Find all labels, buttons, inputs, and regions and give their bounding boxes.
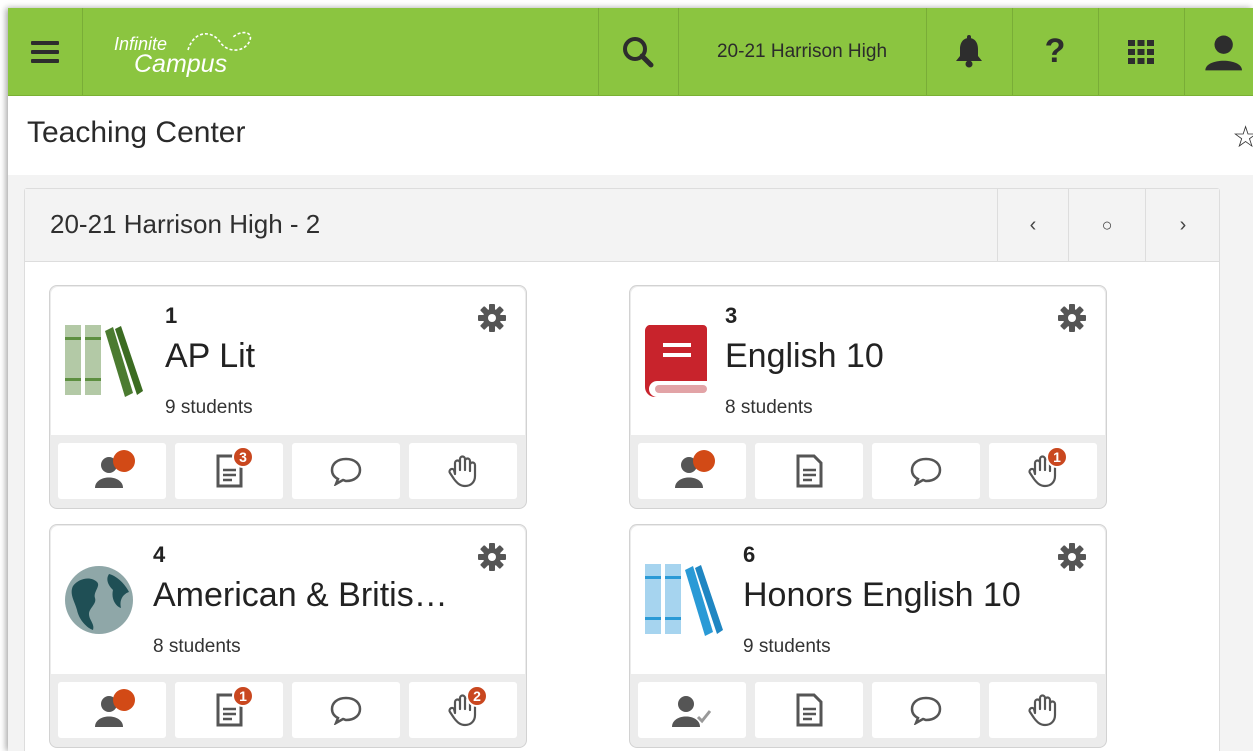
- star-icon: ☆: [1232, 121, 1253, 154]
- card-info: 1 AP Lit 9 students: [51, 287, 525, 435]
- alert-dot: [113, 689, 135, 711]
- circle-icon: ○: [1101, 214, 1113, 235]
- course-name: Honors English 10: [743, 576, 1021, 614]
- alert-dot: [693, 450, 715, 472]
- grade-badge: 1: [232, 685, 254, 707]
- previous-period-button[interactable]: ‹: [997, 189, 1068, 261]
- search-button[interactable]: [598, 8, 678, 95]
- grade-book-button[interactable]: [755, 443, 863, 499]
- books-green-icon: [65, 325, 143, 397]
- messages-button[interactable]: [292, 443, 400, 499]
- attendance-button[interactable]: 2: [409, 682, 517, 738]
- next-period-button[interactable]: ›: [1145, 189, 1220, 261]
- user-icon: [1205, 35, 1242, 70]
- course-name: American & Britis…: [153, 576, 448, 614]
- speech-bubble-icon: [910, 457, 942, 486]
- period-number: 4: [153, 542, 166, 567]
- messages-button[interactable]: [872, 443, 980, 499]
- hand-icon: [1028, 694, 1057, 727]
- grade-badge: 3: [232, 446, 254, 468]
- speech-bubble-icon: [330, 457, 362, 486]
- section-card[interactable]: 6 Honors English 10 9 students: [629, 524, 1107, 748]
- chevron-right-icon: ›: [1179, 213, 1187, 236]
- speech-bubble-icon: [910, 696, 942, 725]
- attendance-button[interactable]: [409, 443, 517, 499]
- gear-icon[interactable]: [477, 542, 507, 572]
- messages-button[interactable]: [292, 682, 400, 738]
- favorite-star-button[interactable]: ☆: [1232, 120, 1253, 155]
- page-header: Teaching Center ☆: [8, 96, 1253, 175]
- grade-book-button[interactable]: 3: [175, 443, 283, 499]
- chevron-left-icon: ‹: [1029, 213, 1037, 236]
- document-icon: [796, 454, 823, 488]
- card-info: 3 English 10 8 students: [631, 287, 1105, 435]
- gear-icon[interactable]: [1057, 303, 1087, 333]
- period-number: 1: [165, 303, 178, 328]
- schedule-panel: 20-21 Harrison High - 2 ‹ ○ › 1 AP Lit 9…: [24, 188, 1220, 751]
- apps-button[interactable]: [1098, 8, 1184, 95]
- attendance-button[interactable]: 1: [989, 443, 1097, 499]
- period-number: 3: [725, 303, 738, 328]
- card-actions: [638, 682, 1098, 738]
- roster-button[interactable]: [638, 682, 746, 738]
- red-book-icon: [644, 325, 707, 397]
- attendance-button[interactable]: [989, 682, 1097, 738]
- schedule-title: 20-21 Harrison High - 2: [50, 209, 321, 239]
- period-number: 6: [743, 542, 756, 567]
- roster-button[interactable]: [58, 443, 166, 499]
- grid-icon: [1128, 39, 1154, 64]
- main-menu-button[interactable]: [8, 8, 82, 95]
- gear-icon[interactable]: [1057, 542, 1087, 572]
- roster-button[interactable]: [58, 682, 166, 738]
- hand-icon: [448, 455, 477, 488]
- student-count: 9 students: [743, 636, 831, 657]
- globe-icon: [65, 566, 133, 634]
- student-count: 8 students: [153, 636, 241, 657]
- course-name: AP Lit: [165, 337, 256, 375]
- gear-icon[interactable]: [477, 303, 507, 333]
- section-card[interactable]: 1 AP Lit 9 students 3: [49, 285, 527, 509]
- hamburger-icon: [31, 36, 59, 68]
- bell-icon: [956, 34, 982, 67]
- roster-button[interactable]: [638, 443, 746, 499]
- card-actions: 3: [58, 443, 518, 499]
- document-icon: [796, 693, 823, 727]
- app-logo[interactable]: Infinite Campus: [112, 28, 262, 78]
- books-blue-icon: [645, 564, 723, 636]
- student-count: 8 students: [725, 397, 813, 418]
- course-name: English 10: [725, 337, 884, 375]
- search-icon: [623, 36, 654, 67]
- schedule-header: 20-21 Harrison High - 2 ‹ ○ ›: [25, 189, 1219, 262]
- attendance-badge: 2: [466, 685, 488, 707]
- question-mark-icon: ?: [1044, 32, 1066, 70]
- current-period-button[interactable]: ○: [1068, 189, 1145, 261]
- grade-book-button[interactable]: 1: [175, 682, 283, 738]
- user-account-button[interactable]: [1184, 8, 1253, 95]
- app-window: Infinite Campus 20-21 Harrison High ? Te…: [8, 8, 1253, 751]
- card-actions: 1 2: [58, 682, 518, 738]
- card-actions: 1: [638, 443, 1098, 499]
- messages-button[interactable]: [872, 682, 980, 738]
- grade-book-button[interactable]: [755, 682, 863, 738]
- notifications-button[interactable]: [926, 8, 1012, 95]
- student-count: 9 students: [165, 397, 253, 418]
- card-info: 6 Honors English 10 9 students: [631, 526, 1105, 674]
- person-check-icon: [672, 696, 712, 727]
- school-year-selector[interactable]: 20-21 Harrison High: [678, 8, 926, 95]
- help-button[interactable]: ?: [1012, 8, 1098, 95]
- section-card[interactable]: 3 English 10 8 students 1: [629, 285, 1107, 509]
- page-title: Teaching Center: [27, 116, 246, 149]
- logo-swoosh-icon: [187, 31, 252, 51]
- alert-dot: [113, 450, 135, 472]
- top-bar: Infinite Campus 20-21 Harrison High ?: [8, 8, 1253, 96]
- section-card[interactable]: 4 American & Britis… 8 students 1 2: [49, 524, 527, 748]
- speech-bubble-icon: [330, 696, 362, 725]
- card-info: 4 American & Britis… 8 students: [51, 526, 525, 674]
- attendance-badge: 1: [1046, 446, 1068, 468]
